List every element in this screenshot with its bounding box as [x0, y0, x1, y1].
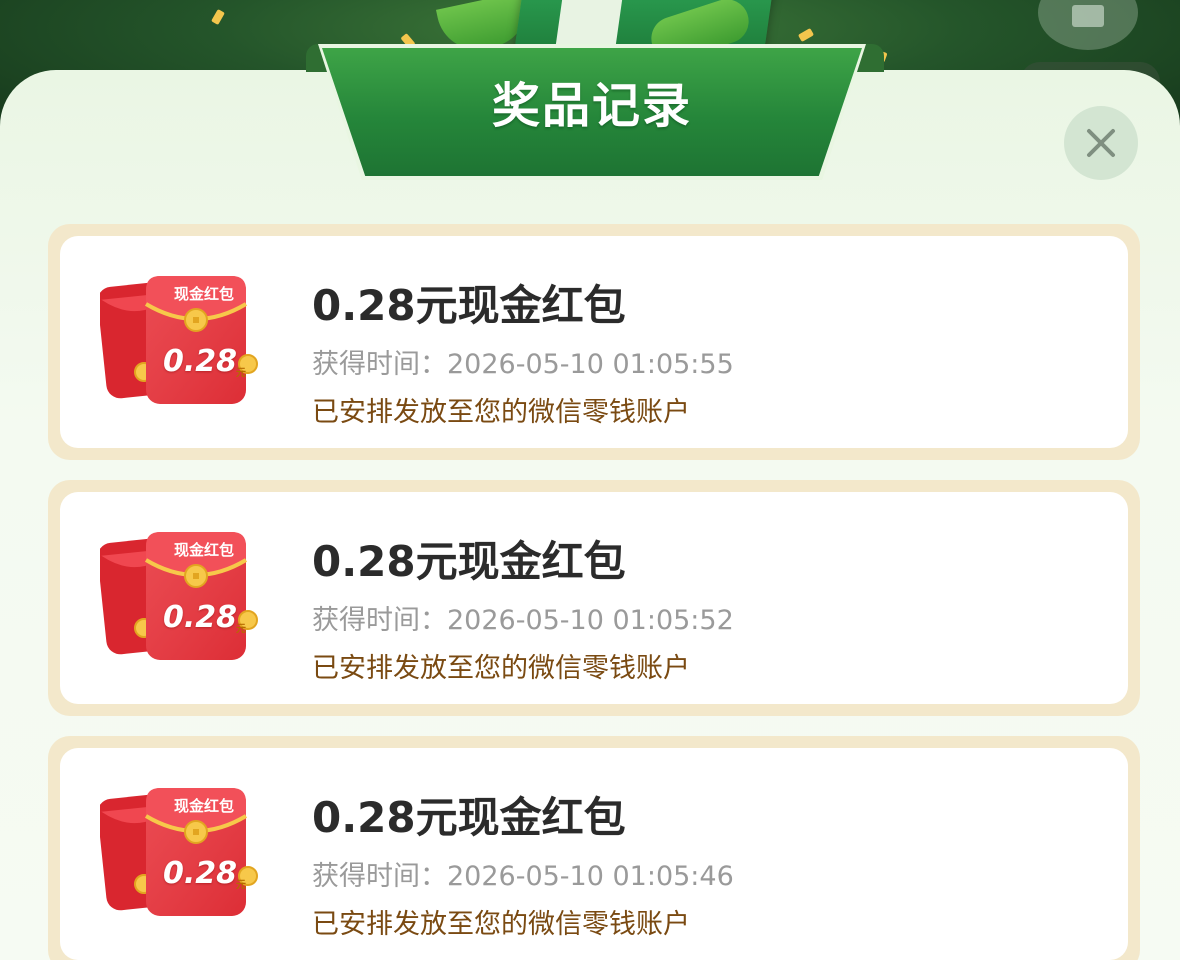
- red-envelope-icon: 现金红包 0.28 元: [100, 272, 260, 412]
- envelope-unit: 元: [236, 368, 246, 379]
- background-decoration: [555, 0, 625, 50]
- envelope-unit: 元: [236, 880, 246, 891]
- prize-title: 0.28元现金红包: [312, 281, 626, 330]
- envelope-amount: 0.28: [162, 600, 238, 635]
- envelope-unit: 元: [236, 624, 246, 635]
- prize-record-card-body: 现金红包 0.28 元 0.28元现金红包 获得时间：2026-05-10 01:05:…: [60, 748, 1128, 960]
- prize-record-card-body: 现金红包 0.28 元 0.28元现金红包 获得时间：2026-05-10 01:05:…: [60, 236, 1128, 448]
- envelope-label: 现金红包: [173, 285, 234, 303]
- confetti: [211, 8, 225, 26]
- prize-delivery-note: 已安排发放至您的微信零钱账户: [312, 397, 690, 428]
- close-button[interactable]: [1064, 106, 1138, 180]
- prize-record-card: 现金红包 0.28 元 0.28元现金红包 获得时间：2026-05-10 01:05:…: [48, 736, 1140, 960]
- prize-title: 0.28元现金红包: [312, 537, 626, 586]
- prize-delivery-note: 已安排发放至您的微信零钱账户: [312, 909, 690, 940]
- prize-record-card: 现金红包 0.28 元 0.28元现金红包 获得时间：2026-05-10 01:05:…: [48, 224, 1140, 460]
- close-icon: [1087, 129, 1115, 157]
- prize-delivery-note: 已安排发放至您的微信零钱账户: [312, 653, 690, 684]
- red-envelope-icon: 现金红包 0.28 元: [100, 784, 260, 924]
- background-button: [1038, 0, 1138, 50]
- prize-obtained-time: 获得时间：2026-05-10 01:05:46: [312, 861, 734, 892]
- envelope-label: 现金红包: [173, 797, 234, 815]
- envelope-label: 现金红包: [173, 541, 234, 559]
- envelope-amount: 0.28: [162, 344, 238, 379]
- confetti: [797, 28, 815, 42]
- envelope-amount: 0.28: [162, 856, 238, 891]
- red-envelope-icon: 现金红包 0.28 元: [100, 528, 260, 668]
- prize-record-card-body: 现金红包 0.28 元 0.28元现金红包 获得时间：2026-05-10 01:05:…: [60, 492, 1128, 704]
- prize-obtained-time: 获得时间：2026-05-10 01:05:52: [312, 605, 734, 636]
- prize-record-card: 现金红包 0.28 元 0.28元现金红包 获得时间：2026-05-10 01:05:…: [48, 480, 1140, 716]
- modal-title: 奖品记录: [491, 78, 692, 134]
- prize-title: 0.28元现金红包: [312, 793, 626, 842]
- prize-obtained-time: 获得时间：2026-05-10 01:05:55: [312, 349, 734, 380]
